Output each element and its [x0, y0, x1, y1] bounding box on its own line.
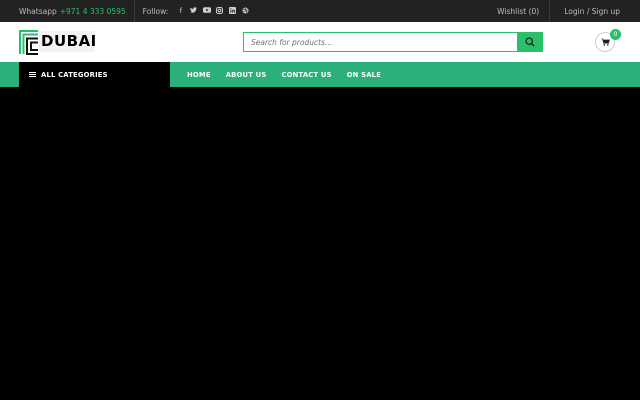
- product-search: [243, 32, 543, 52]
- divider: [133, 0, 135, 22]
- wishlist-link[interactable]: Wishlist (0): [497, 7, 549, 16]
- cart-count-badge: 0: [610, 29, 621, 40]
- whatsapp-label: Whatsapp: [19, 6, 57, 16]
- search-icon: [524, 37, 535, 47]
- whatsapp-number-link[interactable]: +971 4 333 0595: [60, 7, 126, 16]
- social-links: f: [174, 6, 252, 16]
- login-signup-link[interactable]: Login / Sign up: [550, 7, 640, 16]
- shopping-cart-icon: [600, 38, 610, 46]
- all-categories-label: ALL CATEGORIES: [41, 70, 108, 79]
- top-bar-right: Wishlist (0) Login / Sign up: [497, 0, 640, 22]
- nav-item-contact-us[interactable]: CONTACT US: [281, 71, 331, 79]
- instagram-icon[interactable]: [213, 6, 226, 16]
- nav-item-on-sale[interactable]: ON SALE: [347, 71, 381, 79]
- nav-menu: HOME ABOUT US CONTACT US ON SALE: [187, 62, 396, 87]
- cart-button[interactable]: 0: [595, 29, 621, 52]
- list-icon: [29, 71, 36, 78]
- search-button[interactable]: [517, 33, 542, 51]
- youtube-icon[interactable]: [200, 7, 213, 15]
- site-header: DUBAI 0: [0, 22, 640, 62]
- logo-text: DUBAI: [39, 31, 97, 52]
- logo-mark-icon: [19, 30, 39, 55]
- nav-item-about-us[interactable]: ABOUT US: [226, 71, 267, 79]
- all-categories-button[interactable]: ALL CATEGORIES: [19, 62, 170, 87]
- top-bar-left: Whatsapp +971 4 333 0595 Follow: f: [19, 0, 252, 22]
- linkedin-icon[interactable]: [226, 6, 239, 16]
- dribbble-icon[interactable]: [239, 6, 252, 16]
- search-input[interactable]: [244, 33, 518, 51]
- nav-item-home[interactable]: HOME: [187, 71, 211, 79]
- twitter-icon[interactable]: [187, 7, 200, 15]
- facebook-icon[interactable]: f: [174, 7, 187, 15]
- follow-label: Follow:: [142, 6, 169, 16]
- main-navigation: ALL CATEGORIES HOME ABOUT US CONTACT US …: [0, 62, 640, 87]
- top-bar: Whatsapp +971 4 333 0595 Follow: f Wishl…: [0, 0, 640, 22]
- site-logo[interactable]: DUBAI: [19, 30, 97, 55]
